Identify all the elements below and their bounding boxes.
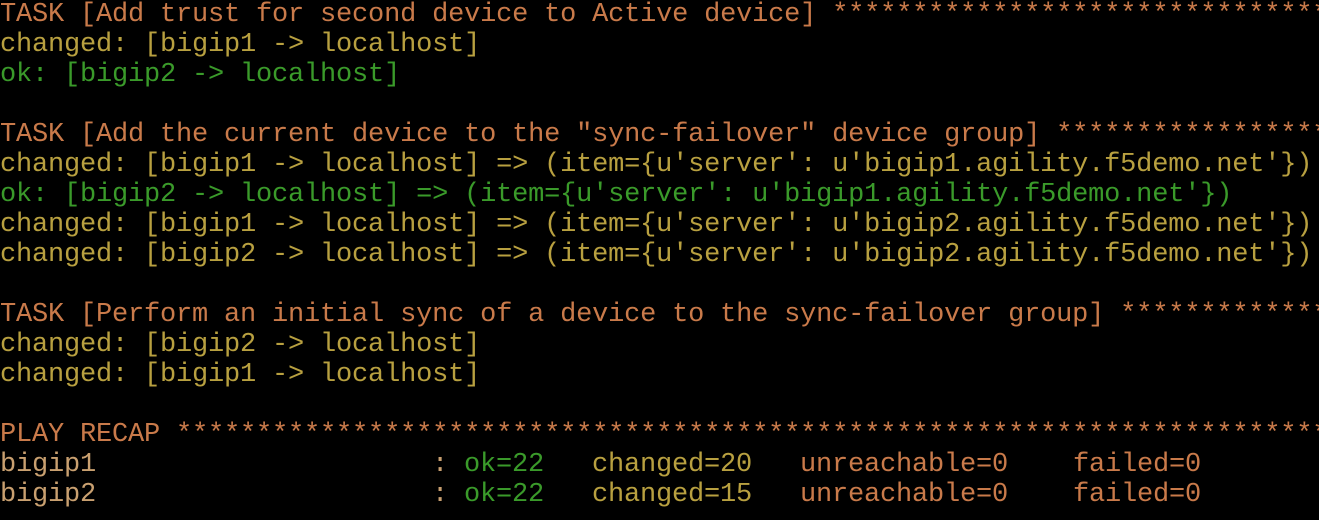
recap-host: bigip2 xyxy=(0,480,97,510)
changed-line: changed: [bigip1 -> localhost] => (item=… xyxy=(0,150,1313,180)
recap-failed-count: failed=0 xyxy=(1073,480,1202,510)
recap-row: bigip2 : ok=22 changed=15 unreachable=0 … xyxy=(0,480,1319,510)
recap-ok-count: ok=22 xyxy=(464,480,545,510)
recap-ok-count: ok=22 xyxy=(464,450,545,480)
ok-line: ok: [bigip2 -> localhost] => (item={u'se… xyxy=(0,180,1233,210)
changed-line: changed: [bigip1 -> localhost] xyxy=(0,360,481,390)
task-header-line: TASK [Add trust for second device to Act… xyxy=(0,0,1319,30)
terminal-output: TASK [Add trust for second device to Act… xyxy=(0,0,1319,520)
task-header-line: TASK [Perform an initial sync of a devic… xyxy=(0,300,1319,330)
changed-line: changed: [bigip1 -> localhost] xyxy=(0,30,481,60)
recap-changed-count: changed=15 xyxy=(592,480,753,510)
changed-line: changed: [bigip2 -> localhost] => (item=… xyxy=(0,240,1313,270)
recap-host: bigip1 xyxy=(0,450,97,480)
play-recap-header: PLAY RECAP *****************************… xyxy=(0,420,1319,450)
recap-unreachable-count: unreachable=0 xyxy=(800,480,1009,510)
changed-line: changed: [bigip2 -> localhost] xyxy=(0,330,481,360)
recap-separator: : xyxy=(432,450,449,480)
changed-line: changed: [bigip1 -> localhost] => (item=… xyxy=(0,210,1313,240)
task-header-line: TASK [Add the current device to the "syn… xyxy=(0,120,1319,150)
recap-row: bigip1 : ok=22 changed=20 unreachable=0 … xyxy=(0,450,1319,480)
recap-failed-count: failed=0 xyxy=(1073,450,1202,480)
recap-unreachable-count: unreachable=0 xyxy=(800,450,1009,480)
ok-line: ok: [bigip2 -> localhost] xyxy=(0,60,401,90)
recap-changed-count: changed=20 xyxy=(592,450,753,480)
recap-separator: : xyxy=(432,480,449,510)
